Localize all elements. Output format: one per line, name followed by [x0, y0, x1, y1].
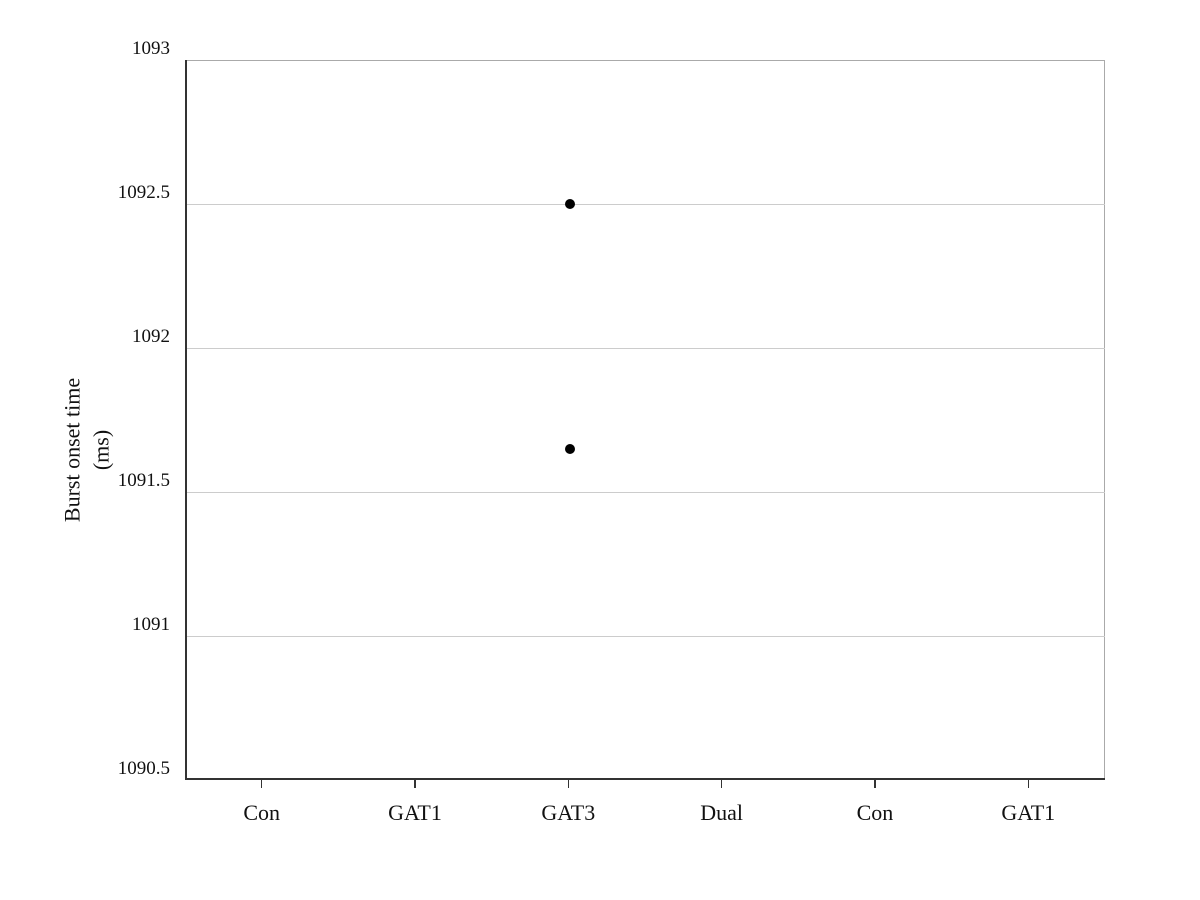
x-axis-label: GAT1	[338, 800, 491, 826]
chart-wrapper: Burst onset time(ms) 1090.510911091.5109…	[75, 40, 1125, 860]
x-tick-line	[414, 780, 416, 788]
gridline	[187, 636, 1105, 637]
x-tick-line	[261, 780, 263, 788]
gridline	[187, 204, 1105, 205]
y-tick-label: 1090.5	[118, 758, 170, 780]
plot-area	[185, 60, 1105, 780]
chart-container: Burst onset time(ms) 1090.5 1091 1091.5 109…	[0, 0, 1200, 900]
x-axis-label: GAT3	[492, 800, 645, 826]
x-axis-label: Dual	[645, 800, 798, 826]
data-point	[565, 199, 575, 209]
x-tick-line	[568, 780, 570, 788]
gridline	[187, 348, 1105, 349]
x-axis-label: GAT1	[952, 800, 1105, 826]
x-axis-label: Con	[185, 800, 338, 826]
x-axis-label: Con	[798, 800, 951, 826]
x-tick-line	[1028, 780, 1030, 788]
data-point	[565, 444, 575, 454]
y-tick-label: 1093	[132, 38, 170, 60]
x-labels: ConGAT1GAT3DualConGAT1	[185, 800, 1105, 840]
y-axis-label: Burst onset time(ms)	[59, 378, 116, 522]
y-tick-label: 1091.5	[118, 470, 170, 492]
y-tick-label: 1092.5	[118, 182, 170, 204]
x-tick-line	[721, 780, 723, 788]
gridline	[187, 492, 1105, 493]
y-tick-label: 1092	[132, 326, 170, 348]
y-tick-label: 1091	[132, 614, 170, 636]
x-tick-line	[874, 780, 876, 788]
